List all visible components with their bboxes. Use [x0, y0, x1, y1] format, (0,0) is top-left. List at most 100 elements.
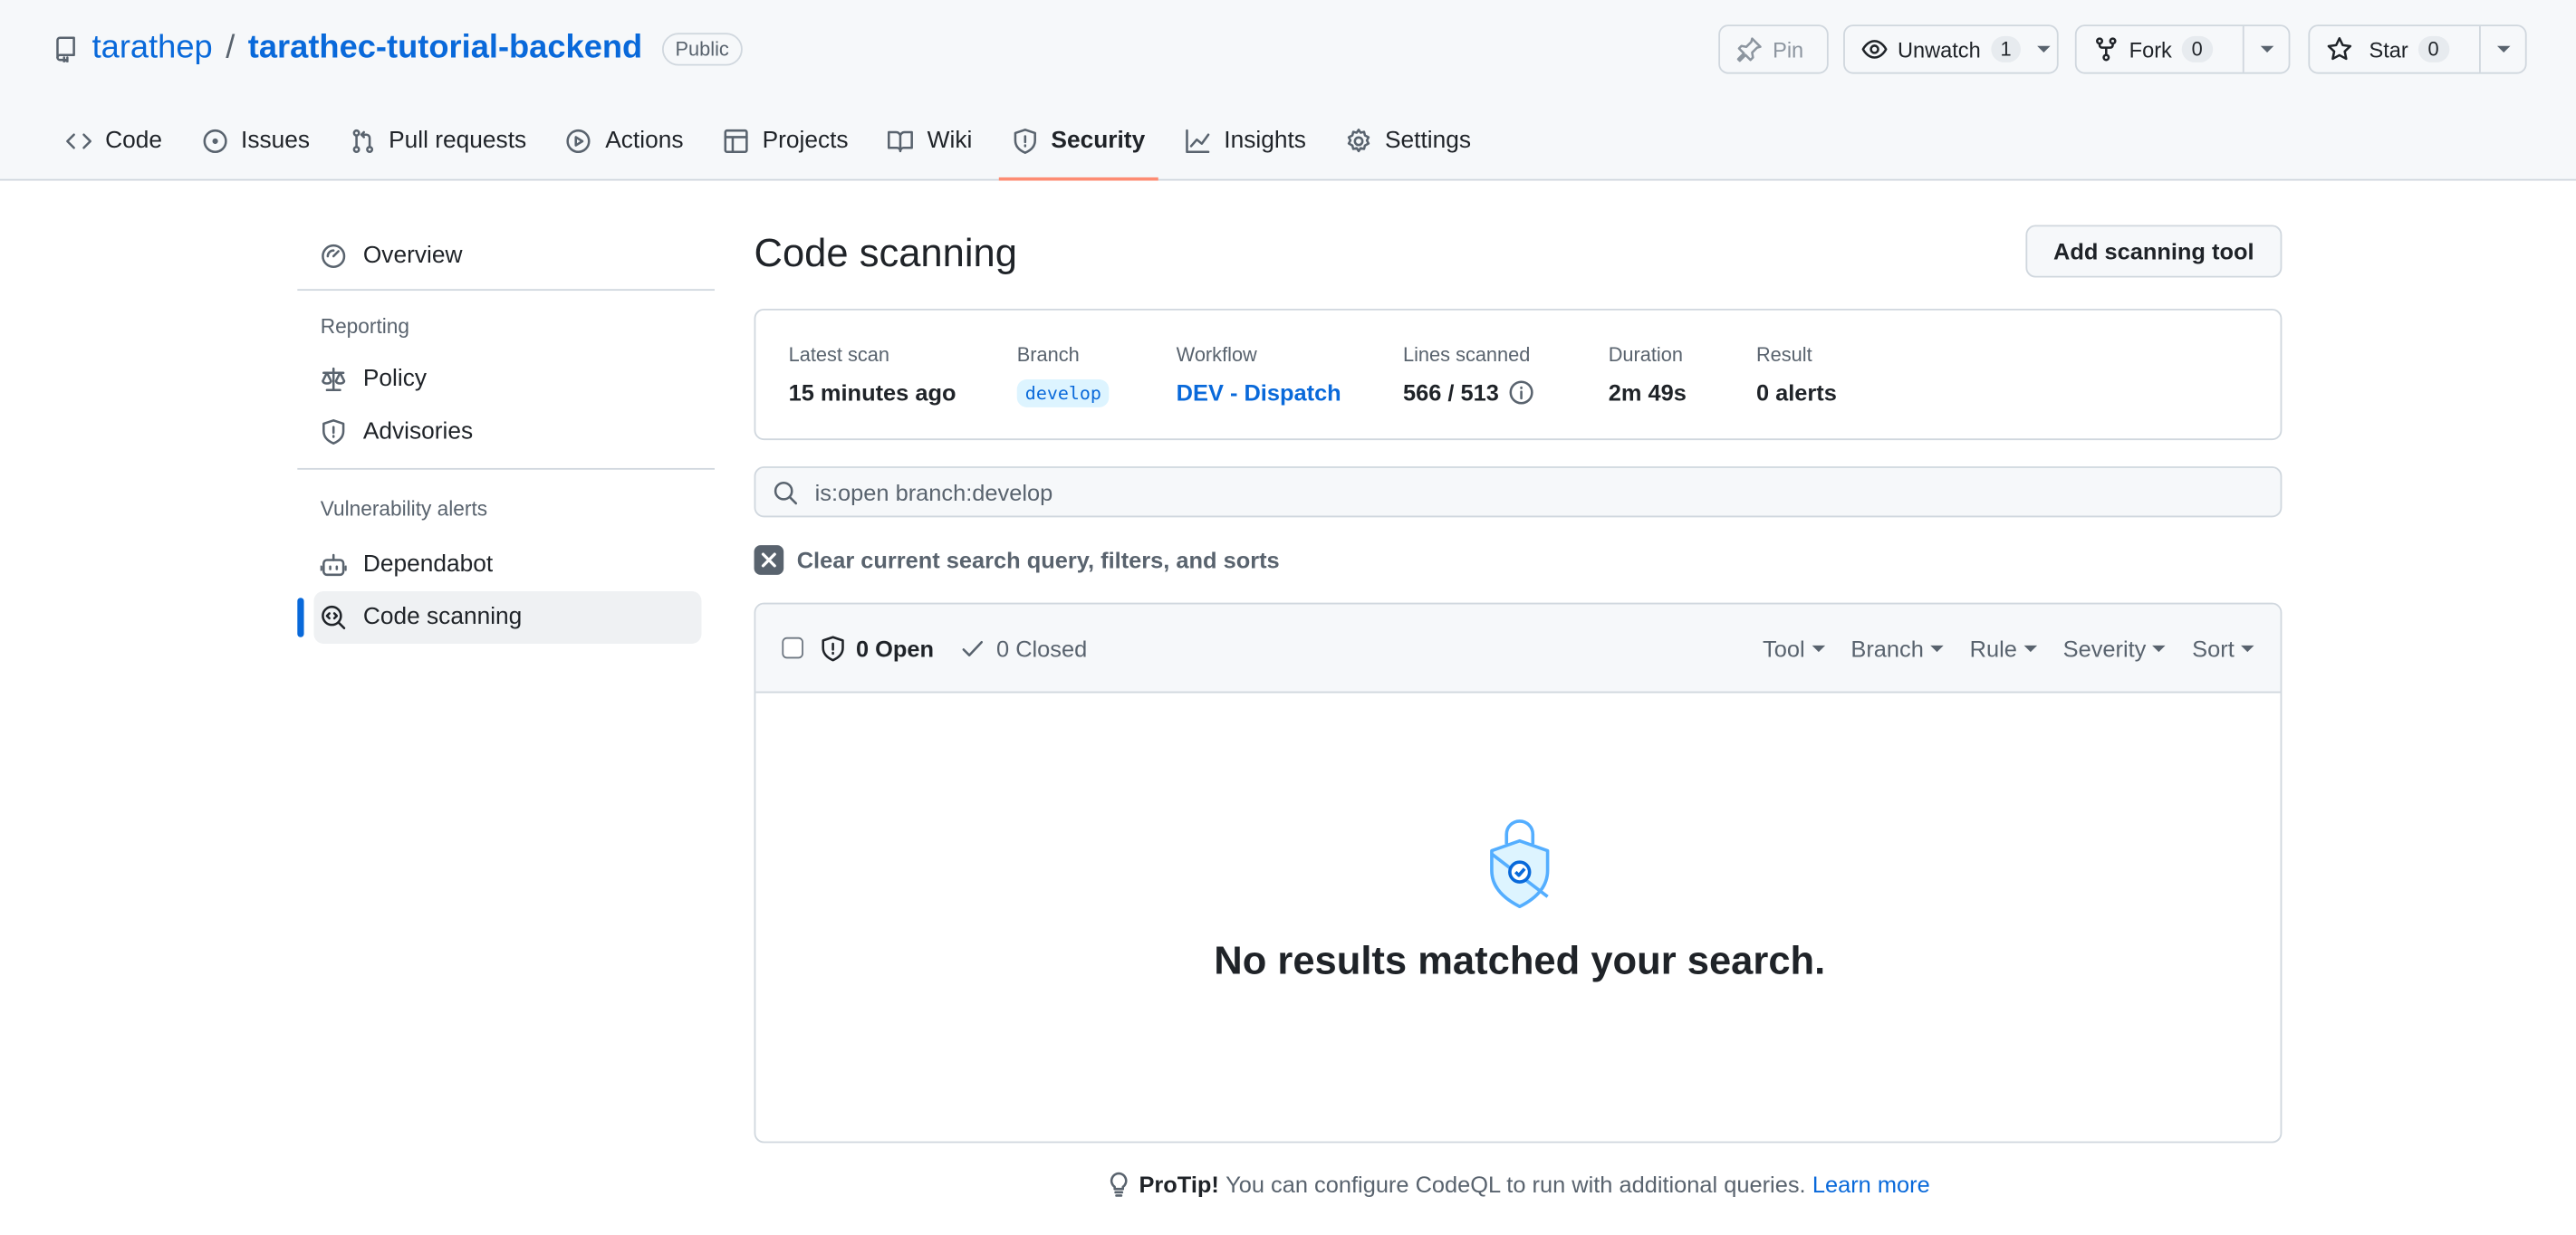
tab-wiki[interactable]: Wiki	[875, 111, 985, 170]
close-icon	[754, 545, 784, 575]
sidebar-item-label: Dependabot	[362, 551, 494, 579]
search-input[interactable]: is:open branch:develop	[754, 466, 2283, 518]
protip: ProTip! You can configure CodeQL to run …	[755, 1171, 2283, 1197]
duration-value: 2m 49s	[1608, 378, 1687, 407]
sidebar-item-code-scanning[interactable]: Code scanning	[297, 590, 702, 645]
chevron-down-icon	[1930, 645, 1944, 653]
sidebar-item-label: Advisories	[362, 418, 474, 445]
fork-count: 0	[2181, 35, 2213, 62]
tab-label: Projects	[762, 128, 849, 155]
sidebar-item-label: Overview	[362, 243, 463, 270]
tab-security[interactable]: Security	[998, 111, 1159, 181]
duration-col: Duration 2m 49s	[1609, 343, 1687, 406]
check-icon	[960, 635, 986, 661]
protip-text: You can configure CodeQL to run with add…	[1226, 1171, 1806, 1198]
play-icon	[566, 128, 592, 154]
latest-scan-value: 15 minutes ago	[788, 378, 956, 407]
tab-pull-requests[interactable]: Pull requests	[336, 111, 540, 170]
filter-label: Severity	[2062, 635, 2147, 662]
shield-icon	[321, 419, 347, 445]
sidebar-divider	[297, 467, 716, 470]
star-dropdown[interactable]	[2479, 26, 2524, 72]
light-bulb-icon	[1106, 1171, 1132, 1197]
shield-lock-icon	[1486, 818, 1552, 910]
star-button[interactable]: Star 0	[2310, 26, 2479, 72]
code-icon	[66, 128, 92, 154]
tab-label: Issues	[241, 128, 311, 155]
workflow-label: Workflow	[1176, 343, 1257, 367]
fork-dropdown[interactable]	[2243, 26, 2288, 72]
unwatch-button[interactable]: Unwatch 1	[1843, 24, 2059, 74]
filter-bar: Tool Branch Rule Severity Sort	[1763, 604, 2254, 693]
unwatch-label: Unwatch	[1897, 36, 1981, 62]
fork-button[interactable]: Fork 0	[2077, 26, 2244, 72]
shield-icon	[1012, 128, 1038, 154]
sort-filter[interactable]: Sort	[2192, 636, 2254, 662]
latest-scan-label: Latest scan	[788, 343, 889, 367]
repo-nav: Code Issues Pull requests Actions Projec…	[53, 111, 1497, 181]
select-all-checkbox[interactable]	[782, 637, 803, 659]
tab-code[interactable]: Code	[53, 111, 175, 170]
sidebar-item-dependabot[interactable]: Dependabot	[297, 539, 715, 591]
latest-scan-summary: Latest scan 15 minutes ago Branch develo…	[754, 308, 2283, 441]
lines-scanned-value: 566 / 513	[1402, 378, 1499, 407]
result-col: Result 0 alerts	[1756, 343, 1837, 406]
sidebar-item-advisories[interactable]: Advisories	[297, 406, 715, 458]
shield-icon	[820, 635, 846, 661]
lines-scanned-label: Lines scanned	[1402, 343, 1531, 367]
tab-label: Security	[1051, 128, 1146, 155]
tab-label: Pull requests	[389, 128, 527, 155]
severity-filter[interactable]: Severity	[2063, 636, 2167, 662]
tab-issues[interactable]: Issues	[188, 111, 323, 170]
duration-label: Duration	[1608, 343, 1683, 367]
filter-label: Sort	[2192, 635, 2235, 662]
chevron-down-icon	[2496, 45, 2510, 53]
tool-filter[interactable]: Tool	[1763, 636, 1825, 662]
search-icon	[772, 479, 798, 505]
chevron-down-icon	[2241, 645, 2254, 653]
law-icon	[321, 366, 347, 392]
tab-settings[interactable]: Settings	[1332, 111, 1485, 170]
dependabot-icon	[320, 551, 347, 578]
branch-filter[interactable]: Branch	[1850, 636, 1944, 662]
learn-more-link[interactable]: Learn more	[1812, 1171, 1930, 1197]
rule-filter[interactable]: Rule	[1970, 636, 2037, 662]
star-label: Star	[2369, 36, 2408, 62]
open-alerts-filter[interactable]: 0 Open	[820, 635, 934, 661]
alerts-list: 0 Open 0 Closed Tool Branch Rule Severit…	[754, 602, 2283, 1144]
pin-button[interactable]: Pin	[1718, 24, 1829, 74]
gear-icon	[1345, 128, 1371, 154]
closed-count: 0 Closed	[996, 635, 1088, 662]
sidebar-item-label: Policy	[362, 366, 428, 393]
security-sidebar: Overview Reporting Policy Advisories Vul…	[297, 230, 716, 645]
page-title: Code scanning	[754, 231, 1017, 276]
sidebar-item-overview[interactable]: Overview	[297, 230, 715, 282]
search-query: is:open branch:develop	[814, 478, 1053, 505]
result-label: Result	[1755, 343, 1812, 367]
info-icon[interactable]	[1509, 379, 1535, 406]
clear-filters-link[interactable]: Clear current search query, filters, and…	[754, 545, 1280, 575]
repo-owner-link[interactable]: tarathep	[92, 30, 213, 68]
closed-alerts-filter[interactable]: 0 Closed	[960, 635, 1087, 661]
repo-name-link[interactable]: tarathec-tutorial-backend	[248, 30, 642, 68]
branch-chip[interactable]: develop	[1016, 378, 1110, 407]
pull-request-icon	[350, 128, 376, 154]
sidebar-item-policy[interactable]: Policy	[297, 353, 715, 406]
watch-count: 1	[1990, 35, 2022, 62]
fork-button-group: Fork 0	[2074, 24, 2291, 74]
tab-projects[interactable]: Projects	[710, 111, 862, 170]
tab-actions[interactable]: Actions	[553, 111, 697, 170]
pin-label: Pin	[1773, 36, 1804, 62]
star-button-group: Star 0	[2308, 24, 2527, 74]
empty-state-message: No results matched your search.	[1214, 939, 1826, 984]
issue-icon	[202, 128, 228, 154]
eye-icon	[1861, 36, 1888, 62]
empty-state: No results matched your search.	[755, 818, 2280, 985]
graph-icon	[1185, 128, 1211, 154]
workflow-link[interactable]: DEV - Dispatch	[1177, 379, 1341, 406]
codescan-icon	[321, 604, 347, 630]
tab-insights[interactable]: Insights	[1171, 111, 1319, 170]
add-scanning-tool-button[interactable]: Add scanning tool	[2025, 225, 2283, 278]
tab-label: Wiki	[927, 128, 973, 155]
chevron-down-icon	[2023, 645, 2037, 653]
